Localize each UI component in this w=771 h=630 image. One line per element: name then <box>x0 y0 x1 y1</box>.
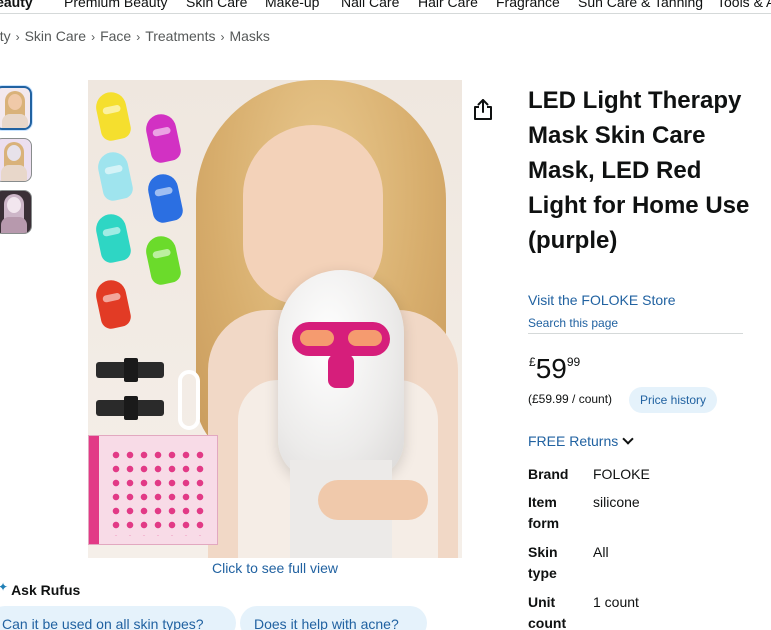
price-currency: £ <box>529 355 536 369</box>
thumbnail-1[interactable] <box>0 86 32 130</box>
breadcrumb-separator-icon: › <box>15 30 20 44</box>
breadcrumb-beauty[interactable]: Beauty <box>0 28 11 44</box>
breadcrumb-skin-care[interactable]: Skin Care <box>25 28 86 44</box>
spec-label: Unit count <box>528 594 567 630</box>
share-button[interactable] <box>471 97 495 123</box>
spec-label: Skin type <box>528 544 558 581</box>
breadcrumb-separator-icon: › <box>91 30 96 44</box>
price: £5999 <box>529 353 580 385</box>
sparkle-icon: ✦ <box>0 580 9 594</box>
click-full-view-link[interactable]: Click to see full view <box>150 560 400 576</box>
thumbnail-face <box>7 197 21 213</box>
nav-item-sun-care[interactable]: Sun Care & Tanning <box>578 0 703 10</box>
spec-label: Item form <box>528 494 560 531</box>
led-mask <box>278 270 404 558</box>
chevron-down-icon <box>622 433 634 445</box>
nav-item-hair-care[interactable]: Hair Care <box>418 0 478 10</box>
category-nav: Beauty Premium Beauty Skin Care Make-up … <box>0 0 771 14</box>
thumbnail-face <box>7 145 21 161</box>
breadcrumb: Beauty › Skin Care › Face › Treatments › Masks <box>0 28 270 44</box>
nav-item-beauty[interactable]: Beauty <box>0 0 33 10</box>
strap-icon <box>96 396 164 420</box>
nav-item-fragrance[interactable]: Fragrance <box>496 0 560 10</box>
thumbnail-body <box>2 114 28 128</box>
mask-nose <box>328 354 354 388</box>
price-fraction: 99 <box>566 355 581 369</box>
price-history-button[interactable]: Price history <box>629 387 718 413</box>
spec-value: 1 count <box>593 594 639 610</box>
product-box <box>88 435 218 545</box>
main-product-image[interactable] <box>88 80 462 558</box>
box-pattern <box>109 448 209 536</box>
breadcrumb-treatments[interactable]: Treatments <box>145 28 215 44</box>
price-whole: 59 <box>535 353 567 384</box>
divider <box>528 333 743 334</box>
share-icon <box>474 99 492 120</box>
spec-label: Brand <box>528 466 569 482</box>
model-hand <box>318 480 428 520</box>
spec-value: silicone <box>593 494 640 510</box>
spec-value: FOLOKE <box>593 466 650 482</box>
store-link[interactable]: Visit the FOLOKE Store <box>528 292 676 308</box>
nav-item-tools[interactable]: Tools & A <box>717 0 771 10</box>
thumbnail-body <box>1 165 27 181</box>
free-returns-link[interactable]: FREE Returns <box>528 433 634 449</box>
thumbnail-2[interactable] <box>0 138 32 182</box>
thumbnail-face <box>8 94 22 110</box>
unit-price: (£59.99 / count) <box>528 392 613 406</box>
breadcrumb-face[interactable]: Face <box>100 28 131 44</box>
search-this-page-link[interactable]: Search this page <box>528 316 618 330</box>
breadcrumb-separator-icon: › <box>136 30 141 44</box>
free-returns-label: FREE Returns <box>528 433 619 449</box>
thumbnail-3[interactable] <box>0 190 32 234</box>
rufus-heading: ✦ Ask Rufus <box>0 580 81 598</box>
mask-eye-band <box>292 322 390 356</box>
rufus-question-chip[interactable]: Can it be used on all skin types? <box>0 606 236 630</box>
nav-item-make-up[interactable]: Make-up <box>265 0 319 10</box>
breadcrumb-masks[interactable]: Masks <box>229 28 269 44</box>
usb-cable-icon <box>178 370 200 430</box>
thumbnail-body <box>1 217 27 233</box>
spec-value: All <box>593 544 609 560</box>
product-title: LED Light Therapy Mask Skin Care Mask, L… <box>528 87 750 254</box>
rufus-question-chip[interactable]: Does it help with acne? <box>240 606 427 630</box>
nav-item-nail-care[interactable]: Nail Care <box>341 0 399 10</box>
nav-item-skin-care[interactable]: Skin Care <box>186 0 247 10</box>
strap-icon <box>96 358 164 382</box>
nav-item-premium-beauty[interactable]: Premium Beauty <box>64 0 167 10</box>
rufus-title: Ask Rufus <box>11 582 81 598</box>
breadcrumb-separator-icon: › <box>220 30 225 44</box>
